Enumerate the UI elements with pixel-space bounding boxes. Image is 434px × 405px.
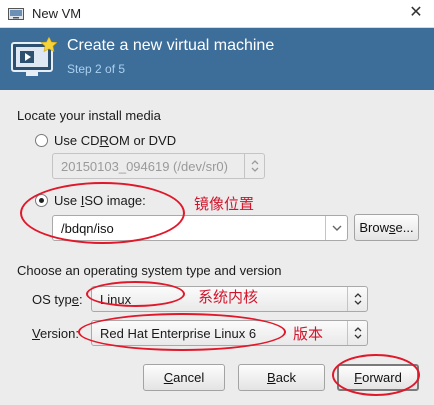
iso-path-input[interactable] [59, 220, 309, 237]
forward-label-part: orward [362, 370, 402, 385]
iso-label-part: SO image: [84, 193, 146, 208]
version-annotation: 版本 [293, 326, 324, 343]
cdrom-radio-label[interactable]: Use CDROM or DVD [54, 133, 176, 148]
iso-radio-label[interactable]: Use ISO image: [54, 193, 146, 208]
back-label-part: ack [275, 370, 296, 385]
iso-path-combo[interactable] [52, 215, 348, 241]
os-type-label-mnemonic: e [71, 292, 79, 307]
version-label-mnemonic: V [32, 326, 40, 341]
cancel-button[interactable]: Cancel [143, 364, 225, 391]
up-down-arrows-icon [244, 154, 264, 178]
version-label: Version: [32, 326, 79, 341]
wizard-banner: Create a new virtual machine Step 2 of 5 [0, 28, 434, 90]
up-down-arrows-icon [347, 321, 367, 345]
cdrom-radio[interactable] [35, 134, 48, 147]
title-bar: New VM ✕ [0, 0, 434, 28]
install-media-section-label: Locate your install media [17, 108, 161, 123]
browse-button[interactable]: Browse... [354, 214, 419, 241]
new-vm-monitor-icon [11, 37, 57, 76]
os-type-annotation: 系统内核 [198, 289, 259, 306]
cdrom-label-part: Use CD [54, 133, 100, 148]
os-section-label: Choose an operating system type and vers… [17, 263, 282, 278]
iso-radio[interactable] [35, 194, 48, 207]
os-version-select[interactable]: Red Hat Enterprise Linux 6 [91, 320, 368, 346]
wizard-content: Locate your install media Use CDROM or D… [0, 90, 434, 405]
cdrom-label-part: OM or DVD [108, 133, 177, 148]
browse-label-part: Brow [359, 220, 390, 235]
back-button[interactable]: Back [238, 364, 325, 391]
cdrom-device-value: 20150103_094619 (/dev/sr0) [61, 159, 228, 174]
wizard-step-indicator: Step 2 of 5 [67, 62, 126, 76]
iso-annotation: 镜像位置 [194, 196, 255, 213]
up-down-arrows-icon [347, 287, 367, 311]
window-title: New VM [32, 6, 82, 21]
os-type-label-part: : [78, 292, 83, 307]
os-version-value: Red Hat Enterprise Linux 6 [100, 326, 257, 341]
vm-manager-icon [8, 8, 24, 20]
wizard-heading: Create a new virtual machine [67, 37, 275, 54]
cancel-label-part: ancel [173, 370, 205, 385]
cancel-label-mnemonic: C [163, 370, 174, 385]
back-label-mnemonic: B [267, 370, 276, 385]
iso-label-part: Use [54, 193, 81, 208]
cdrom-device-select[interactable]: 20150103_094619 (/dev/sr0) [52, 153, 265, 179]
forward-button[interactable]: Forward [337, 364, 419, 391]
forward-label-mnemonic: F [354, 370, 363, 385]
cdrom-label-mnemonic: R [99, 133, 109, 148]
close-icon[interactable]: ✕ [405, 2, 427, 24]
chevron-down-icon[interactable] [325, 216, 347, 240]
version-label-part: ersion: [39, 326, 79, 341]
os-type-label-part: OS typ [32, 292, 72, 307]
browse-label-part: e... [395, 220, 414, 235]
os-type-value: Linux [100, 292, 132, 307]
os-type-label: OS type: [32, 292, 83, 307]
